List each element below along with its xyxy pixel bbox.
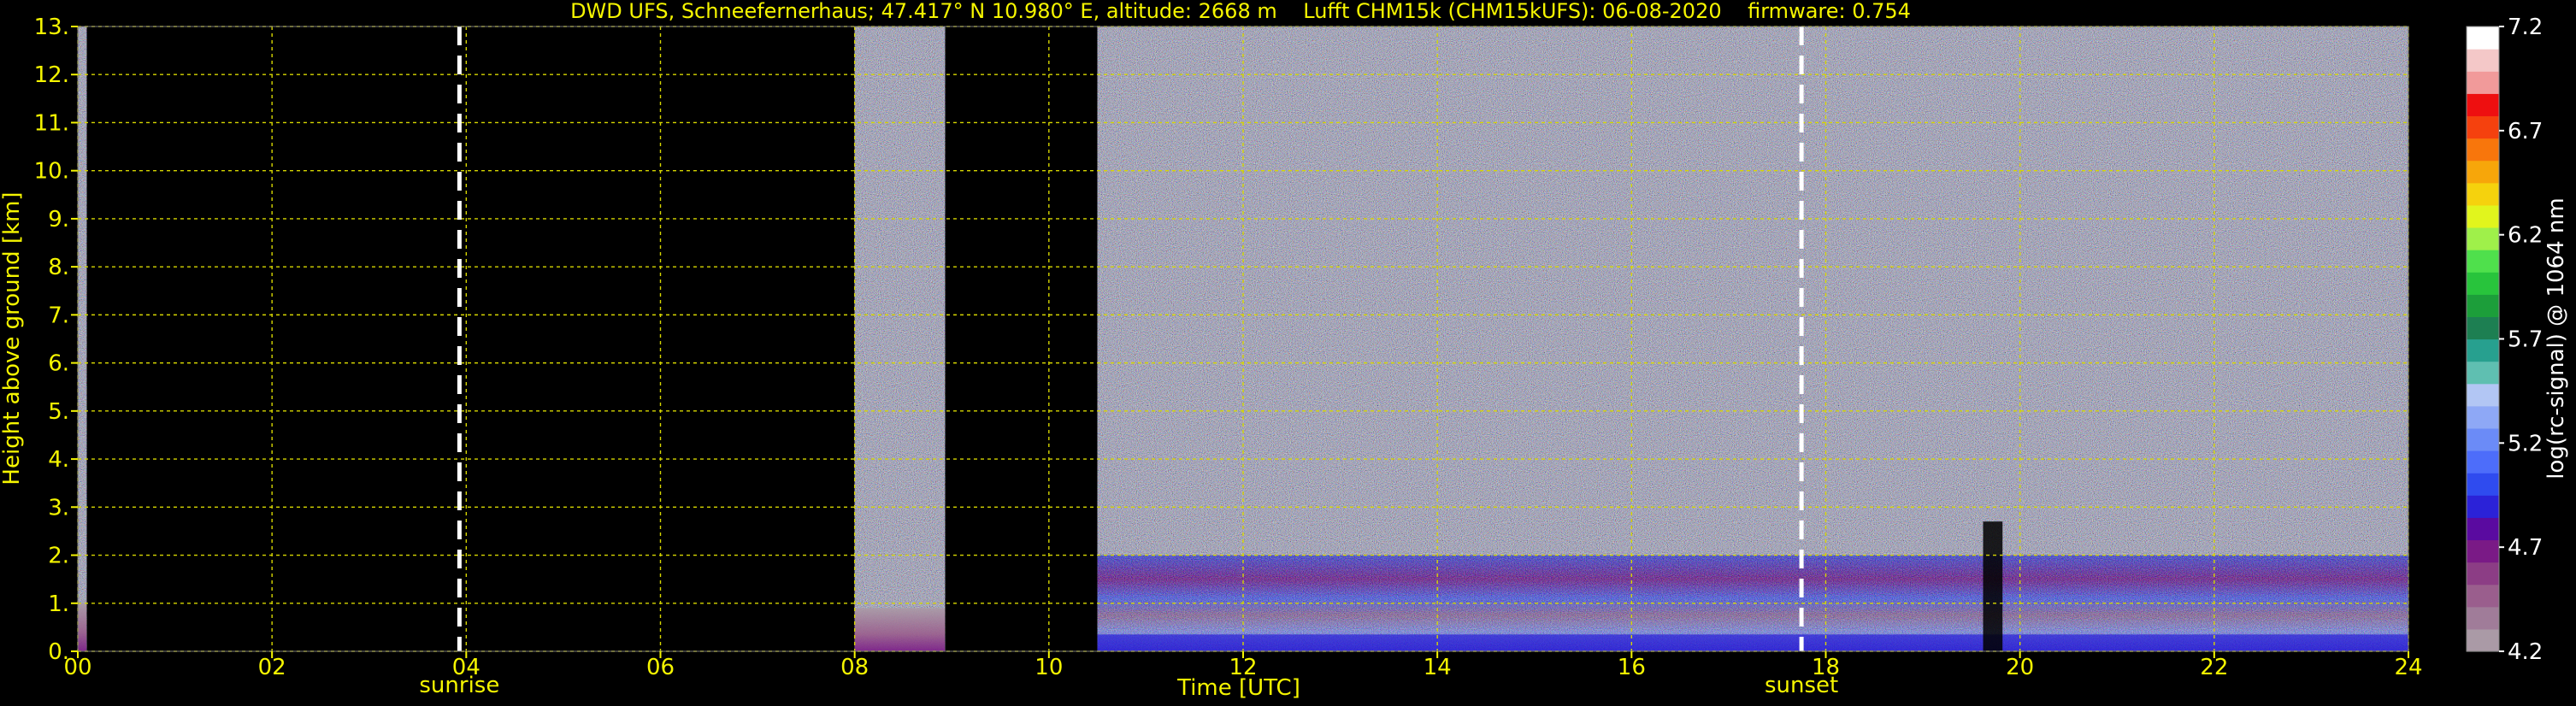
y-tick-label: 13.	[34, 15, 69, 40]
colorbar-swatch	[2467, 338, 2499, 362]
colorbar-swatch	[2467, 562, 2499, 585]
ceilometer-chart: sunrise sunset 00 02 04 06 08 10 12 14 16 18 20 22 24…	[0, 0, 2569, 701]
y-tick-label: 6.	[48, 351, 69, 377]
colorbar-tick-label: 6.2	[2508, 223, 2543, 249]
y-tick-label: 10.	[34, 159, 69, 185]
colorbar-swatch	[2467, 182, 2499, 206]
colorbar-swatch	[2467, 49, 2499, 72]
colorbar-swatch	[2467, 138, 2499, 162]
x-tick-label: 18	[1812, 655, 1840, 680]
colorbar-swatch	[2467, 361, 2499, 385]
colorbar-swatch	[2467, 473, 2499, 496]
data-segment-1	[854, 26, 946, 651]
colorbar-swatch	[2467, 204, 2499, 228]
y-axis-label: Height above ground [km]	[0, 191, 25, 485]
colorbar-swatch	[2467, 93, 2499, 117]
colorbar-swatch	[2467, 584, 2499, 608]
colorbar-swatch	[2467, 450, 2499, 474]
y-tick-label: 8.	[48, 255, 69, 280]
colorbar-label: log(rc-signal) @ 1064 nm	[2544, 197, 2569, 479]
colorbar-swatch	[2467, 250, 2499, 273]
x-tick-label: 24	[2394, 655, 2422, 680]
colorbar-tick-label: 5.2	[2508, 431, 2543, 456]
colorbar-swatch	[2467, 539, 2499, 563]
y-tick-label: 4.	[48, 447, 69, 473]
x-tick-label: 10	[1035, 655, 1063, 680]
colorbar-swatch	[2467, 383, 2499, 407]
colorbar-tick-label: 4.7	[2508, 535, 2543, 561]
y-tick-label: 2.	[48, 544, 69, 569]
y-tick-label: 0.	[48, 639, 69, 665]
y-tick-label: 1.	[48, 591, 69, 617]
x-axis-label: Time [UTC]	[1176, 675, 1300, 701]
colorbar-swatch	[2467, 294, 2499, 317]
x-tick-label: 06	[646, 655, 675, 680]
x-tick-label: 02	[258, 655, 286, 680]
noise-field	[78, 26, 87, 651]
colorbar-swatch	[2467, 405, 2499, 429]
colorbar-tick-label: 5.7	[2508, 327, 2543, 353]
colorbar-swatch	[2467, 115, 2499, 139]
colorbar: 4.2 4.7 5.2 5.7 6.2 6.7 7.2	[2466, 15, 2543, 665]
y-tick-label: 7.	[48, 303, 69, 328]
boundary-layer	[854, 608, 946, 651]
x-tick-label: 20	[2006, 655, 2034, 680]
colorbar-tick-label: 7.2	[2508, 15, 2543, 40]
ground-band	[1097, 634, 2408, 651]
colorbar-swatch	[2467, 628, 2499, 652]
colorbar-swatch	[2467, 316, 2499, 340]
data-segment-2	[1097, 26, 2408, 651]
x-tick-label: 14	[1424, 655, 1452, 680]
colorbar-swatch	[2467, 272, 2499, 295]
data-segment-0	[78, 26, 87, 651]
x-tick-label: 04	[452, 655, 480, 680]
colorbar-swatch	[2467, 606, 2499, 630]
x-tick-label: 08	[840, 655, 869, 680]
chart-title: DWD UFS, Schneefernerhaus; 47.417° N 10.…	[570, 0, 1911, 23]
noise-field	[854, 26, 946, 651]
colorbar-tick-label: 6.7	[2508, 119, 2543, 144]
colorbar-swatch	[2467, 495, 2499, 518]
colorbar-swatch	[2467, 71, 2499, 94]
y-tick-label: 12.	[34, 62, 69, 88]
y-tick-label: 5.	[48, 399, 69, 425]
colorbar-swatch	[2467, 26, 2499, 50]
boundary-layer	[78, 603, 87, 651]
x-tick-label: 22	[2200, 655, 2228, 680]
y-tick-label: 11.	[34, 110, 69, 136]
x-tick-label: 16	[1618, 655, 1646, 680]
rain-column	[1983, 521, 2003, 651]
colorbar-swatch	[2467, 227, 2499, 250]
colorbar-swatch	[2467, 517, 2499, 541]
colorbar-swatch	[2467, 160, 2499, 184]
y-tick-label: 9.	[48, 207, 69, 232]
y-tick-label: 3.	[48, 495, 69, 521]
colorbar-tick-label: 4.2	[2508, 639, 2543, 665]
plot-area	[78, 26, 2408, 651]
colorbar-swatch	[2467, 427, 2499, 451]
